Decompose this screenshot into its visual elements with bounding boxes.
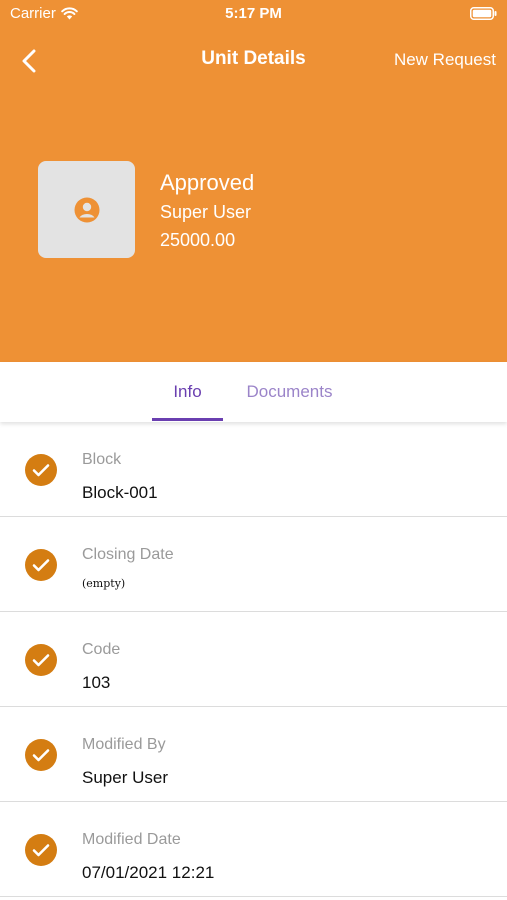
field-value: (empty) — [82, 577, 126, 590]
check-icon — [25, 549, 57, 581]
tab-documents[interactable]: Documents — [232, 362, 347, 422]
status-bar: Carrier 5:17 PM — [0, 0, 507, 28]
field-list: Block Block-001 Closing Date (empty) Cod… — [0, 422, 507, 897]
active-tab-indicator — [152, 418, 223, 421]
field-label: Modified Date — [82, 831, 181, 848]
field-row-code[interactable]: Code 103 — [0, 612, 507, 707]
navigation-bar: Unit Details New Request — [0, 40, 507, 80]
field-row-closing-date[interactable]: Closing Date (empty) — [0, 517, 507, 612]
tab-info[interactable]: Info — [152, 362, 223, 422]
check-icon — [25, 454, 57, 486]
check-icon — [25, 834, 57, 866]
field-value: 103 — [82, 673, 111, 692]
field-label: Closing Date — [82, 546, 174, 563]
status-time: 5:17 PM — [225, 5, 282, 22]
unit-status: Approved — [160, 170, 255, 195]
field-row-modified-date[interactable]: Modified Date 07/01/2021 12:21 — [0, 802, 507, 897]
field-row-block[interactable]: Block Block-001 — [0, 422, 507, 517]
user-avatar-icon — [74, 197, 99, 222]
unit-amount: 25000.00 — [160, 230, 236, 250]
tab-bar: Info Documents — [0, 362, 507, 422]
field-value: Block-001 — [82, 483, 158, 502]
field-label: Code — [82, 641, 121, 658]
unit-user: Super User — [160, 202, 252, 222]
unit-header: Carrier 5:17 PM Unit Details New Request — [0, 0, 507, 362]
field-label: Modified By — [82, 736, 166, 753]
check-icon — [25, 739, 57, 771]
field-label: Block — [82, 451, 122, 468]
new-request-button[interactable]: New Request — [394, 50, 496, 70]
check-icon — [25, 644, 57, 676]
field-row-modified-by[interactable]: Modified By Super User — [0, 707, 507, 802]
battery-icon — [470, 7, 497, 20]
unit-avatar — [38, 161, 135, 258]
field-value: 07/01/2021 12:21 — [82, 863, 215, 882]
field-value: Super User — [82, 768, 168, 787]
